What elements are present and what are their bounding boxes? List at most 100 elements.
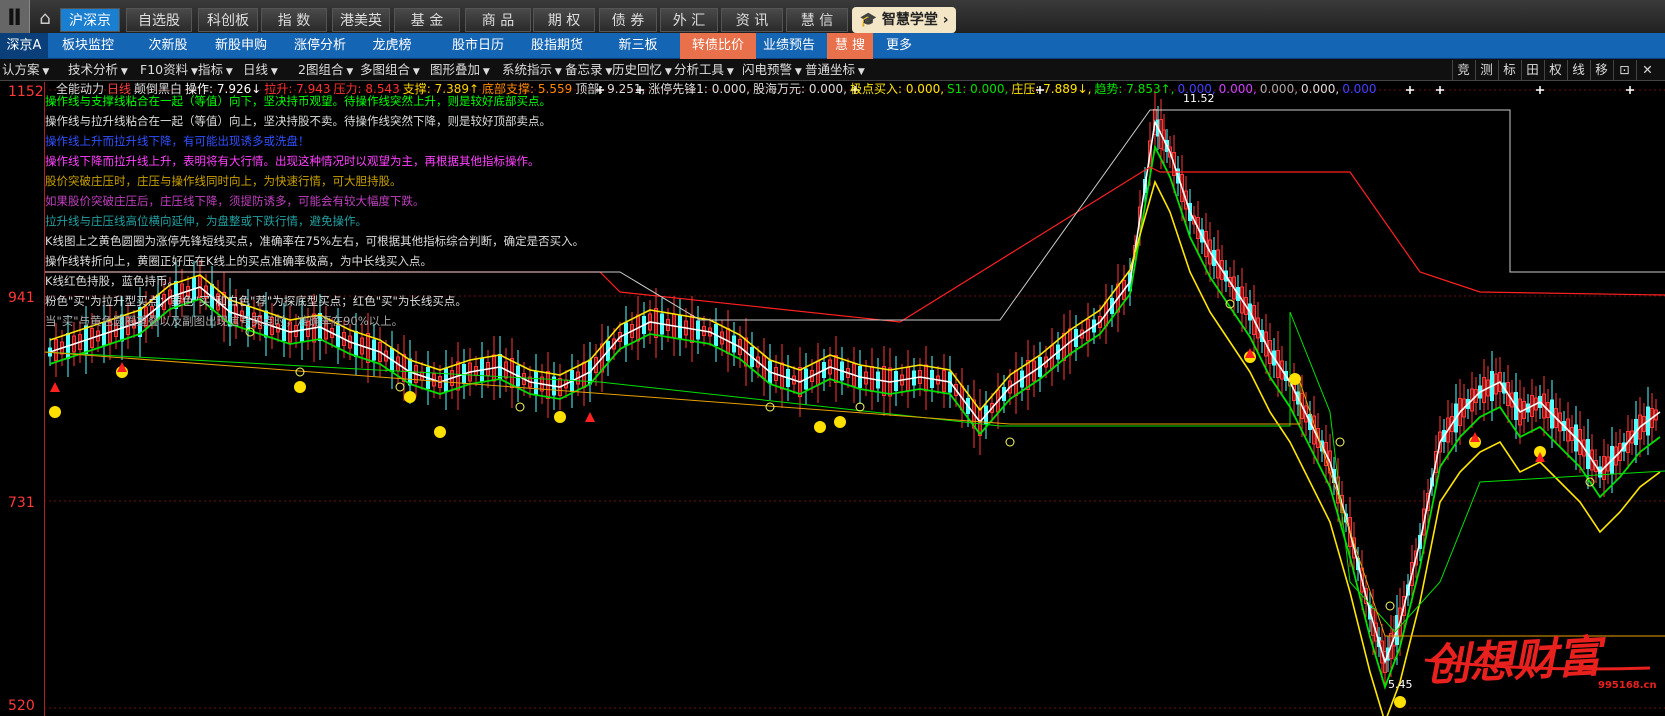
toolbar-item-label: 图形叠加 (430, 62, 481, 77)
dropdown-icon: ▼ (268, 67, 278, 77)
toolbar-item[interactable]: 备忘录 ▼ (563, 59, 612, 81)
toolbar-right-button[interactable]: ✕ (1636, 60, 1658, 80)
toolbar-item[interactable]: 日线 ▼ (241, 59, 278, 81)
top-tab[interactable]: 港美英 (332, 8, 390, 32)
toolbar-right-button[interactable]: 竞 (1452, 60, 1474, 80)
toolbar-item[interactable]: 系统指示 ▼ (500, 59, 562, 81)
up-arrow-icon (50, 382, 60, 392)
price-axis-label-low: 520 (8, 698, 35, 714)
toolbar-right-button[interactable]: 移 (1590, 60, 1612, 80)
toolbar-item-label: 多图组合 (360, 62, 411, 77)
academy-button[interactable]: 🎓 智慧学堂 › (852, 7, 956, 33)
home-icon[interactable]: ⌂ (34, 8, 56, 30)
toolbar-item[interactable]: 历史回忆 ▼ (610, 59, 672, 81)
up-arrow-icon (117, 362, 127, 372)
sub-tab[interactable]: 更多 (876, 33, 922, 59)
top-tab[interactable]: 商 品 (465, 8, 531, 32)
toolbar-item-label: 闪电预警 (742, 62, 793, 77)
top-tab[interactable]: 外 汇 (660, 8, 718, 32)
buy-smile-icon (1394, 696, 1406, 708)
toolbar-item[interactable]: 图形叠加 ▼ (428, 59, 490, 81)
indicator-value: 0.000, (1301, 82, 1340, 96)
high-price-label: 11.52 (1183, 92, 1215, 105)
sub-tab[interactable]: 次新股 (135, 33, 201, 59)
top-tab[interactable]: 科创板 (198, 8, 258, 32)
top-tab[interactable]: 慧 信 (786, 8, 848, 32)
sub-tab[interactable]: 慧 搜 (827, 33, 873, 59)
buy-smile-icon (434, 426, 446, 438)
dropdown-icon: ▼ (410, 67, 420, 77)
toolbar-item[interactable]: F10资料 ▼ (138, 59, 198, 81)
dropdown-icon: ▼ (480, 67, 490, 77)
toolbar-item-label: 技术分析 (68, 62, 119, 77)
yellow-circle-icon (295, 367, 305, 377)
sub-tab[interactable]: 股市日历 (440, 33, 516, 59)
chart-annotation: K线图上之黄色圆圈为涨停先锋短线买点，准确率在75%左右，可根据其他指标综合判断… (45, 234, 585, 248)
toolbar-right-button[interactable]: 田 (1521, 60, 1543, 80)
sub-tab[interactable]: 新股申购 (205, 33, 277, 59)
buy-smile-icon (294, 381, 306, 393)
toolbar-item-label: 指标 (198, 62, 224, 77)
chart-annotation: 操作线转折向上，黄圈正好压在K线上的买点准确率极高，为中长线买入点。 (45, 254, 433, 268)
buy-smile-icon (814, 421, 826, 433)
top-tab[interactable]: 自选股 (126, 8, 192, 32)
sub-tab[interactable]: 涨停分析 (285, 33, 355, 59)
toolbar-item[interactable]: 多图组合 ▼ (358, 59, 420, 81)
indicator-value: 极点买入: 0.000, (850, 82, 945, 96)
top-marker-icon (1536, 86, 1544, 94)
sub-tab[interactable]: 板块监控 (53, 33, 123, 59)
toolbar-right-button[interactable]: ⊡ (1613, 60, 1635, 80)
indicator-value: 股海万元: 0.000, (752, 82, 847, 96)
toolbar-item[interactable]: 认方案 ▼ (0, 59, 49, 81)
chart-annotation: 如果股价突破庄压后，庄压线下降，须提防诱多，可能会有较大幅度下跌。 (45, 194, 425, 208)
sub-tab[interactable]: 转债比价 (680, 33, 756, 59)
chart-annotation: K线红色持股，蓝色持币。 (45, 274, 180, 288)
toolbar-right-button[interactable]: 测 (1475, 60, 1497, 80)
toolbar-item-label: 系统指示 (502, 62, 553, 77)
buy-smile-icon (404, 391, 416, 403)
toolbar-right-button[interactable]: 权 (1544, 60, 1566, 80)
academy-label: 智慧学堂 (881, 12, 938, 28)
dropdown-icon: ▼ (343, 67, 354, 77)
yellow-circle-icon (1335, 437, 1345, 447)
dropdown-icon: ▼ (39, 67, 50, 77)
dropdown-icon: ▼ (118, 67, 128, 77)
top-tab[interactable]: 指 数 (261, 8, 327, 32)
toolbar-right-button[interactable]: 线 (1567, 60, 1589, 80)
market-selector[interactable]: 深京A (0, 33, 48, 59)
sub-tab[interactable]: 新三板 (604, 33, 672, 59)
toolbar-item[interactable]: 闪电预警 ▼ (740, 59, 802, 81)
toolbar-right-button[interactable]: 标 (1498, 60, 1520, 80)
chart-annotation: 操作线与拉升线粘合在一起（等值）向上，坚决持股不卖。待操作线突然下降，则是较好顶… (45, 114, 551, 128)
top-tab[interactable]: 资 讯 (721, 8, 783, 32)
toolbar-item[interactable]: 2图组合 ▼ (296, 59, 353, 81)
toolbar-item-label: 普通坐标 (805, 62, 856, 77)
indicator-value: 0.000 (1342, 82, 1377, 96)
toolbar-item-label: F10资料 (140, 62, 189, 77)
sub-tab[interactable]: 业绩预告 (756, 33, 822, 59)
top-tab[interactable]: 债 券 (599, 8, 657, 32)
yellow-circle-icon (855, 402, 865, 412)
sub-tab[interactable]: 股指期货 (521, 33, 593, 59)
indicator-value: 0.000, (1218, 82, 1257, 96)
low-price-label: 5.45 (1388, 678, 1413, 691)
price-axis-label-high: 1152 (8, 84, 44, 100)
chart-annotation: 粉色"买"为拉升型买点；黄色"买"和白色"荐"为探底型买点；红色"买"为长线买点… (45, 294, 467, 308)
top-tab[interactable]: 基 金 (394, 8, 460, 32)
toolbar-item[interactable]: 分析工具 ▼ (672, 59, 734, 81)
toolbar-item[interactable]: 指标 ▼ (196, 59, 233, 81)
chart-annotation: 操作线与支撑线粘合在一起（等值）向下，坚决持币观望。待操作线突然上升，则是较好底… (45, 94, 551, 108)
sub-tab[interactable]: 龙虎榜 (361, 33, 423, 59)
chart-annotation: 股价突破庄压时，庄压与操作线同时向上，为快速行情，可大胆持股。 (45, 174, 402, 188)
toolbar-item-label: 备忘录 (565, 62, 603, 77)
toolbar-item[interactable]: 普通坐标 ▼ (803, 59, 865, 81)
indicator-value: S1: 0.000, (947, 82, 1009, 96)
yellow-circle-icon (765, 402, 775, 412)
top-tab[interactable]: 沪深京 (60, 8, 120, 32)
sub-navigation-bar: 深京A 板块监控 次新股 新股申购 涨停分析 龙虎榜 股市日历 股指期货 新三板 转债比价 业绩预… (0, 33, 1665, 59)
dropdown-icon: ▼ (552, 67, 562, 77)
top-marker-icon (1436, 86, 1444, 94)
yellow-circle-icon (1005, 437, 1015, 447)
top-tab[interactable]: 期 权 (533, 8, 595, 32)
toolbar-item[interactable]: 技术分析 ▼ (66, 59, 128, 81)
